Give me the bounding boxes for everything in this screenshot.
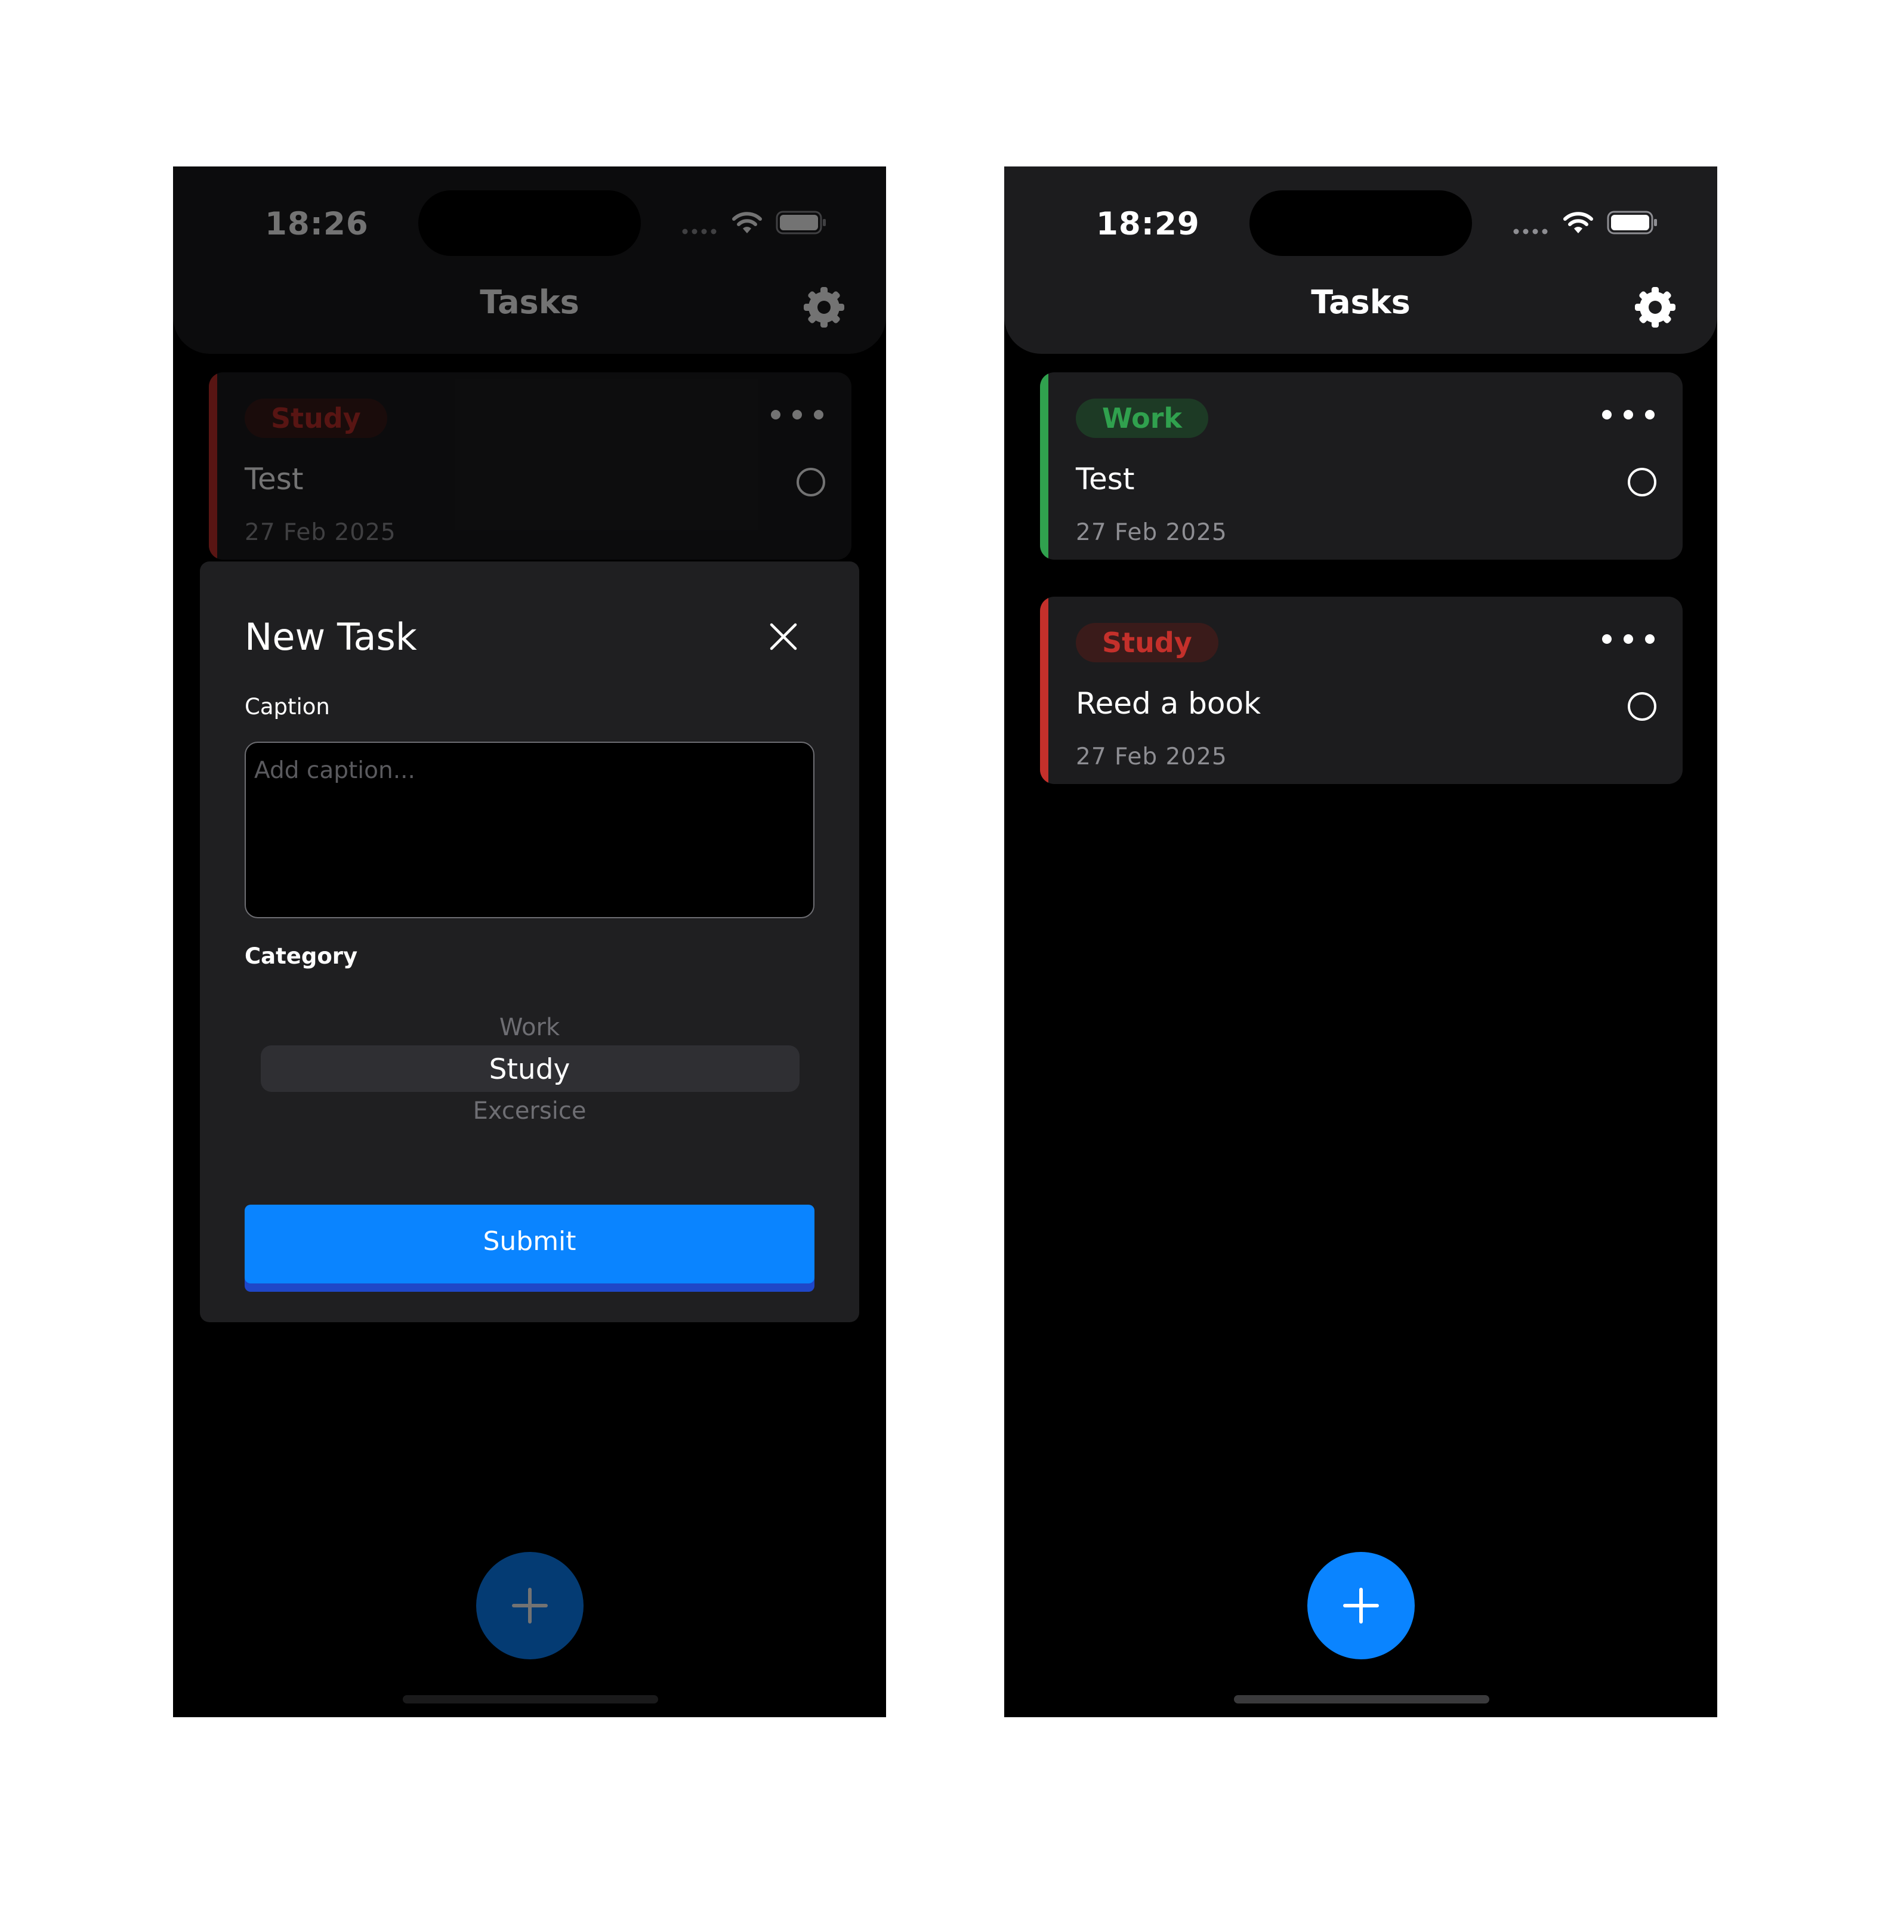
task-date: 27 Feb 2025 — [245, 519, 396, 546]
status-time: 18:26 — [265, 206, 369, 242]
category-badge: Study — [1076, 623, 1218, 662]
close-icon[interactable] — [767, 620, 800, 653]
new-task-sheet: New Task Caption Add caption... Category… — [200, 561, 859, 1322]
caption-input[interactable]: Add caption... — [245, 742, 814, 918]
add-task-button[interactable] — [476, 1552, 584, 1659]
battery-icon — [1607, 211, 1657, 234]
submit-button[interactable]: Submit — [245, 1205, 814, 1283]
cellular-signal-icon — [682, 229, 717, 234]
plus-icon — [512, 1588, 548, 1624]
gear-icon[interactable] — [803, 286, 845, 329]
category-option-excersice[interactable]: Excersice — [200, 1097, 859, 1124]
phone-screen-task-list: 18:29 Tasks Work Test 27 Feb 2025 Study … — [1004, 166, 1717, 1717]
task-card[interactable]: Work Test 27 Feb 2025 — [1040, 372, 1683, 560]
complete-toggle[interactable] — [797, 468, 825, 496]
more-options-icon[interactable] — [1600, 632, 1656, 646]
task-caption: Reed a book — [1076, 686, 1261, 721]
category-badge: Work — [1076, 399, 1208, 438]
status-time: 18:29 — [1096, 206, 1200, 242]
navigation-header: 18:29 Tasks — [1004, 166, 1717, 354]
phone-screen-new-task: 18:26 Tasks Study Test 27 Feb 2025 New T… — [173, 166, 886, 1717]
more-options-icon[interactable] — [1600, 408, 1656, 421]
task-card[interactable]: Study Test 27 Feb 2025 — [209, 372, 851, 560]
plus-icon — [1343, 1588, 1379, 1624]
dynamic-island — [418, 190, 641, 256]
category-stripe — [1040, 597, 1048, 784]
category-option-work[interactable]: Work — [200, 1014, 859, 1041]
more-options-icon[interactable] — [769, 408, 825, 421]
task-date: 27 Feb 2025 — [1076, 743, 1227, 770]
cellular-signal-icon — [1513, 229, 1548, 234]
add-task-button[interactable] — [1307, 1552, 1415, 1659]
page-title: Tasks — [1311, 283, 1411, 321]
category-label: Category — [245, 943, 358, 969]
caption-label: Caption — [245, 694, 330, 720]
page-title: Tasks — [480, 283, 579, 321]
category-stripe — [1040, 372, 1048, 560]
task-card[interactable]: Study Reed a book 27 Feb 2025 — [1040, 597, 1683, 784]
sheet-title: New Task — [245, 615, 417, 659]
gear-icon[interactable] — [1634, 286, 1677, 329]
complete-toggle[interactable] — [1628, 692, 1656, 721]
complete-toggle[interactable] — [1628, 468, 1656, 496]
task-date: 27 Feb 2025 — [1076, 519, 1227, 546]
home-indicator[interactable] — [1234, 1695, 1489, 1703]
dynamic-island — [1249, 190, 1472, 256]
task-caption: Test — [245, 462, 304, 496]
category-badge: Study — [245, 399, 387, 438]
home-indicator[interactable] — [403, 1695, 658, 1703]
task-caption: Test — [1076, 462, 1135, 496]
wifi-icon — [1563, 212, 1593, 233]
wifi-icon — [732, 212, 762, 233]
category-stripe — [209, 372, 217, 560]
category-option-study[interactable]: Study — [200, 1053, 859, 1086]
battery-icon — [776, 211, 826, 234]
navigation-header: 18:26 Tasks — [173, 166, 886, 354]
